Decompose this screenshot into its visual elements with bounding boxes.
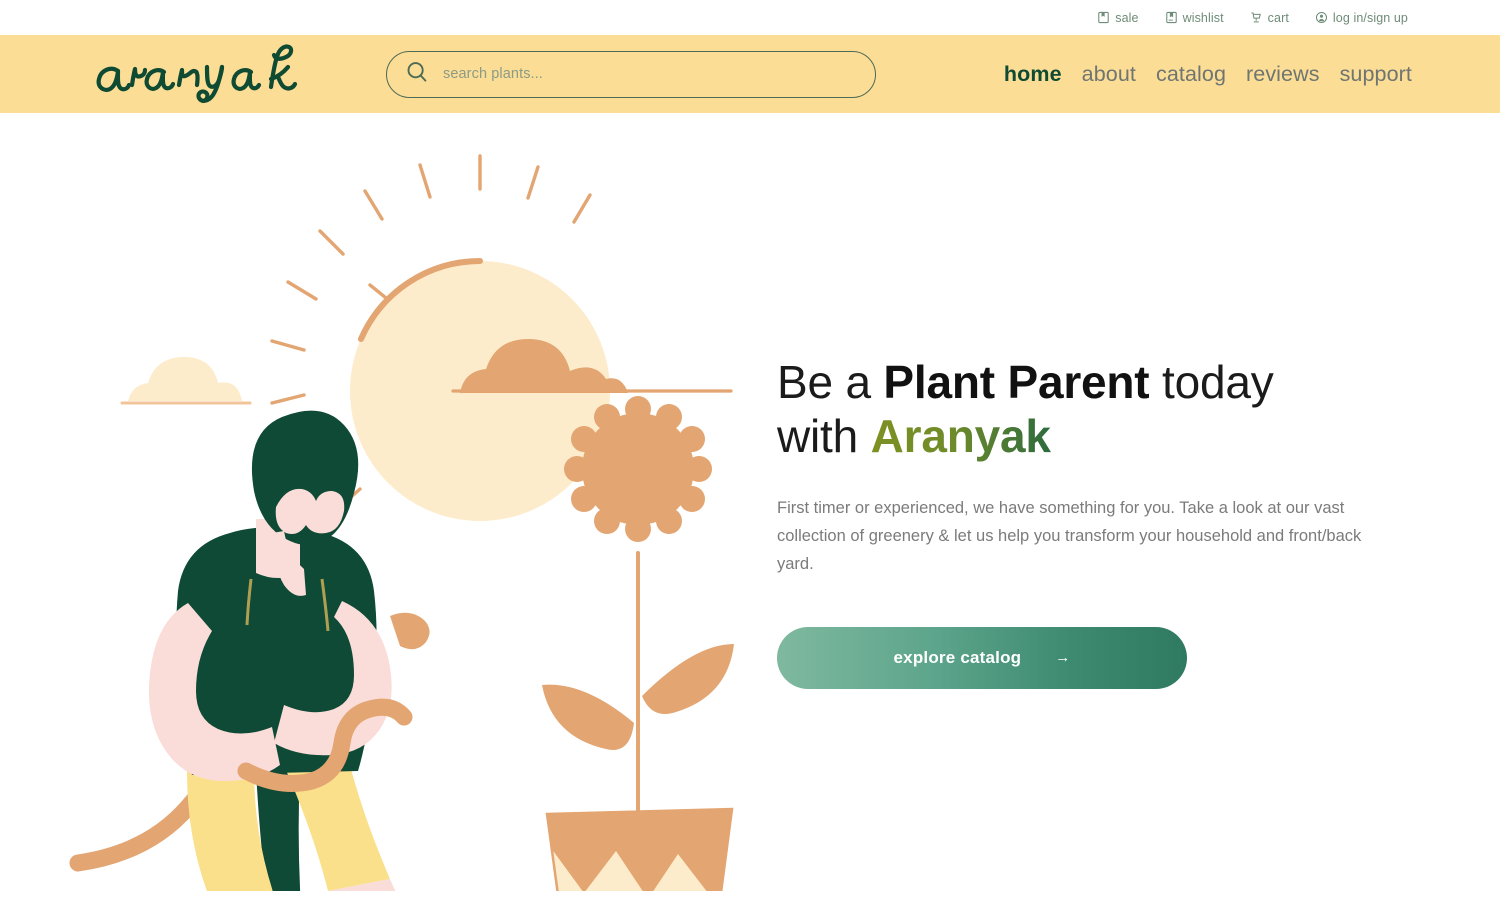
hero-illustration-svg [69,154,734,920]
topbar-link-wishlist[interactable]: wishlist [1165,11,1224,25]
top-utility-bar: sale wishlist cart log in/sign up [0,0,1500,35]
hero-copy: Be a Plant Parent today with Aranyak Fir… [777,355,1417,689]
leaf-right [642,644,734,714]
arrow-right-icon: → [1055,649,1071,667]
headline-brand-aranyak: Aranyak [870,410,1051,463]
user-circle-icon [1315,11,1328,24]
pot-body [547,809,732,920]
search-icon [405,60,429,89]
topbar-label-login-signup: log in/sign up [1332,10,1408,25]
hero-section: Be a Plant Parent today with Aranyak Fir… [0,113,1500,920]
face-skin [275,488,345,534]
headline-part-1: Be a [777,356,884,408]
leaf-left [542,684,634,750]
site-header: home about catalog reviews support [0,35,1500,113]
topbar-label-wishlist: wishlist [1182,10,1224,25]
headline-part-2: today [1149,356,1274,408]
sale-tag-icon [1097,11,1110,24]
hose-nozzle [390,612,430,650]
cta-label: explore catalog [893,647,1022,667]
gardener-figure [69,410,430,920]
search-bar[interactable] [386,50,876,98]
nav-item-support[interactable]: support [1340,62,1412,87]
logo-script-mark [96,44,298,104]
headline-bold-plant-parent: Plant Parent [883,356,1150,408]
nav-item-reviews[interactable]: reviews [1246,62,1320,87]
topbar-link-login-signup[interactable]: log in/sign up [1315,11,1408,25]
nav-item-home[interactable]: home [1004,62,1062,87]
main-navigation: home about catalog reviews support [1004,62,1412,87]
potted-flower [542,396,734,920]
wishlist-bookmark-icon [1165,11,1178,24]
topbar-link-cart[interactable]: cart [1250,11,1289,25]
hero-headline: Be a Plant Parent today with Aranyak [777,355,1417,464]
topbar-label-cart: cart [1267,10,1289,25]
headline-part-3: with [777,410,871,463]
cloud-cream [120,357,252,405]
topbar-link-sale[interactable]: sale [1097,11,1138,25]
nav-item-catalog[interactable]: catalog [1156,62,1226,87]
topbar-label-sale: sale [1115,10,1139,25]
nav-item-about[interactable]: about [1082,62,1136,87]
shopping-cart-icon [1250,11,1263,24]
gardener-watering-plant-illustration [60,151,760,920]
hero-subcopy: First timer or experienced, we have some… [777,498,1362,574]
search-input[interactable] [443,66,857,82]
logo-aranyak[interactable] [88,39,318,109]
explore-catalog-button[interactable]: explore catalog → [777,626,1187,689]
